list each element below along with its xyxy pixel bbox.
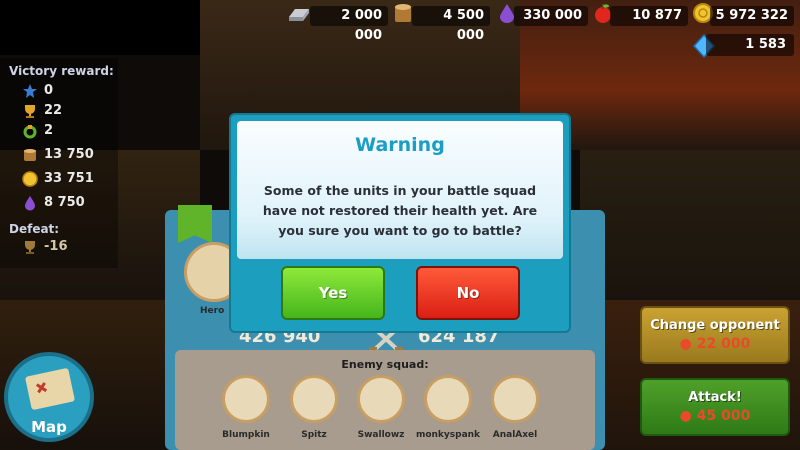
food-counter: 10 877	[610, 6, 688, 26]
mana-counter: 330 000	[514, 6, 588, 26]
reward-panel	[0, 58, 118, 268]
yes-button-label: Yes	[318, 284, 348, 302]
victory-reward-label: Victory reward:	[9, 64, 114, 78]
gold-counter: 5 972 322	[710, 6, 794, 26]
attack-cost-value: 45 000	[696, 408, 751, 424]
reward-value: 8 750	[44, 195, 85, 210]
defeat-label: Defeat:	[9, 222, 60, 236]
enemy-unit-portrait[interactable]	[491, 375, 539, 423]
change-opponent-cost-value: 22 000	[696, 336, 751, 352]
change-opponent-button[interactable]: Change opponent ● 22 000	[640, 306, 790, 364]
attack-label: Attack!	[688, 390, 742, 405]
change-opponent-label: Change opponent	[650, 318, 780, 333]
change-opponent-cost: ● 22 000	[642, 336, 788, 352]
apple-icon: ●	[679, 336, 692, 352]
no-button[interactable]: No	[416, 266, 520, 320]
reward-value: 22	[44, 103, 63, 118]
mana-drop-icon	[25, 196, 35, 211]
no-button-label: No	[456, 284, 480, 302]
gems-counter: 1 583	[706, 34, 794, 56]
enemy-unit-portrait[interactable]	[424, 375, 472, 423]
dialog-title: Warning	[355, 134, 445, 156]
trophy-icon	[25, 105, 35, 118]
defeat-value: -16	[44, 239, 68, 254]
iron-bar-icon	[289, 9, 309, 21]
iron-counter: 2 000 000	[310, 6, 388, 43]
attack-cost: ● 45 000	[642, 408, 788, 424]
reward-value: 2	[44, 123, 54, 138]
warning-dialog-body: Warning Some of the units in your battle…	[237, 121, 563, 259]
enemy-unit-portrait[interactable]	[290, 375, 338, 423]
laurel-icon	[23, 125, 37, 139]
wood-icon	[395, 4, 411, 22]
top-left-blackout	[0, 0, 200, 55]
enemy-squad-label: Enemy squad:	[341, 358, 429, 371]
apple-icon: ●	[679, 408, 692, 424]
wood-counter: 4 500 000	[412, 6, 490, 43]
enemy-unit-name: AnalAxel	[492, 430, 538, 440]
gold-coin-icon	[22, 171, 38, 187]
warning-dialog: Warning Some of the units in your battle…	[229, 113, 571, 333]
wood-log-icon	[24, 149, 36, 161]
reward-value: 33 751	[44, 171, 94, 186]
enemy-unit-portrait[interactable]	[357, 375, 405, 423]
reward-value: 0	[44, 83, 54, 98]
enemy-unit-portrait[interactable]	[222, 375, 270, 423]
dialog-message: Some of the units in your battle squad h…	[262, 183, 538, 238]
star-badge-icon	[23, 84, 37, 98]
hero-label: Hero	[200, 306, 225, 316]
attack-button[interactable]: Attack! ● 45 000	[640, 378, 790, 436]
map-scroll-icon	[25, 368, 75, 410]
reward-value: 13 750	[44, 147, 94, 162]
trophy-icon	[25, 241, 35, 254]
map-label: Map	[31, 418, 67, 436]
map-button[interactable]: Map	[4, 352, 94, 442]
yes-button[interactable]: Yes	[281, 266, 385, 320]
